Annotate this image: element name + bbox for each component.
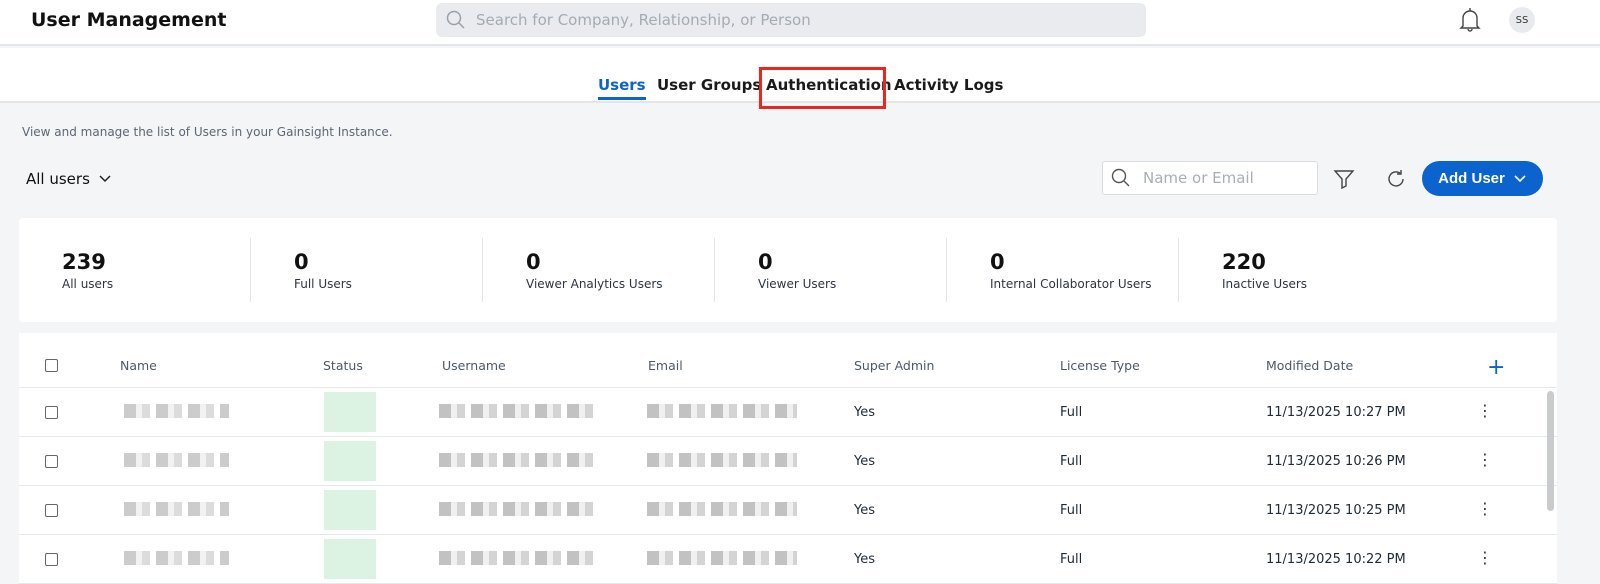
- column-header-status[interactable]: Status: [323, 358, 363, 373]
- redacted-email: [647, 404, 797, 418]
- add-user-button[interactable]: Add User: [1422, 161, 1543, 196]
- redacted-email: [647, 551, 797, 565]
- row-checkbox[interactable]: [45, 553, 58, 566]
- chevron-down-icon: [99, 175, 111, 183]
- table-row[interactable]: Yes Full 11/13/2025 10:22 PM ⋮: [19, 535, 1557, 584]
- table-row[interactable]: Yes Full 11/13/2025 10:27 PM ⋮: [19, 388, 1557, 437]
- page-title: User Management: [31, 9, 227, 31]
- stat-label: All users: [62, 277, 114, 291]
- bell-icon[interactable]: [1458, 7, 1482, 33]
- redacted-name: [124, 453, 229, 467]
- table-row[interactable]: Yes Full 11/13/2025 10:26 PM ⋮: [19, 437, 1557, 486]
- refresh-icon[interactable]: [1384, 167, 1408, 191]
- column-header-modified-date[interactable]: Modified Date: [1266, 358, 1353, 373]
- modified-date-value: 11/13/2025 10:22 PM: [1266, 552, 1406, 567]
- stats-panel: 239 All users 0 Full Users 0 Viewer Analyti…: [19, 218, 1557, 322]
- stat-viewer-users[interactable]: 0 Viewer Users: [715, 238, 947, 302]
- row-checkbox[interactable]: [45, 504, 58, 517]
- top-bar: User Management Search for Company, Rela…: [0, 0, 1600, 46]
- stat-value: 0: [294, 250, 309, 274]
- license-type-value: Full: [1060, 503, 1083, 518]
- super-admin-value: Yes: [854, 405, 875, 420]
- redacted-email: [647, 453, 797, 467]
- column-header-username[interactable]: Username: [442, 358, 506, 373]
- table-scrollbar[interactable]: [1547, 391, 1554, 511]
- license-type-value: Full: [1060, 405, 1083, 420]
- row-actions-icon[interactable]: ⋮: [1477, 550, 1493, 566]
- row-actions-icon[interactable]: ⋮: [1477, 501, 1493, 517]
- status-badge: [324, 490, 376, 530]
- modified-date-value: 11/13/2025 10:26 PM: [1266, 454, 1406, 469]
- tab-users[interactable]: Users: [598, 76, 646, 100]
- stat-label: Inactive Users: [1222, 277, 1308, 291]
- column-header-name[interactable]: Name: [120, 358, 157, 373]
- stat-value: 239: [62, 250, 106, 274]
- row-checkbox[interactable]: [45, 406, 58, 419]
- global-search-input[interactable]: Search for Company, Relationship, or Per…: [436, 3, 1146, 37]
- filter-icon[interactable]: [1332, 167, 1356, 191]
- column-header-email[interactable]: Email: [648, 358, 683, 373]
- redacted-name: [124, 502, 229, 516]
- page-description: View and manage the list of Users in you…: [22, 125, 393, 139]
- row-actions-icon[interactable]: ⋮: [1477, 452, 1493, 468]
- table-row[interactable]: Yes Full 11/13/2025 10:25 PM ⋮: [19, 486, 1557, 535]
- tab-activity-logs[interactable]: Activity Logs: [894, 76, 1003, 94]
- license-type-value: Full: [1060, 552, 1083, 567]
- super-admin-value: Yes: [854, 454, 875, 469]
- redacted-username: [439, 404, 597, 418]
- stat-value: 0: [526, 250, 541, 274]
- global-search-placeholder: Search for Company, Relationship, or Per…: [476, 11, 811, 29]
- table-header: Name Status Username Email Super Admin L…: [19, 341, 1557, 388]
- status-badge: [324, 441, 376, 481]
- search-icon: [1111, 168, 1130, 187]
- stat-internal-collaborator-users[interactable]: 0 Internal Collaborator Users: [947, 238, 1179, 302]
- stat-all-users[interactable]: 239 All users: [19, 238, 251, 302]
- modified-date-value: 11/13/2025 10:25 PM: [1266, 503, 1406, 518]
- view-label: All users: [26, 170, 90, 188]
- redacted-name: [124, 404, 229, 418]
- stat-value: 0: [758, 250, 773, 274]
- users-table: Name Status Username Email Super Admin L…: [19, 333, 1557, 584]
- stat-value: 0: [990, 250, 1005, 274]
- redacted-email: [647, 502, 797, 516]
- super-admin-value: Yes: [854, 503, 875, 518]
- stat-full-users[interactable]: 0 Full Users: [251, 238, 483, 302]
- redacted-username: [439, 453, 597, 467]
- avatar[interactable]: SS: [1509, 7, 1535, 33]
- stat-label: Internal Collaborator Users: [990, 277, 1152, 291]
- stat-label: Viewer Analytics Users: [526, 277, 663, 291]
- column-header-license-type[interactable]: License Type: [1060, 358, 1140, 373]
- row-checkbox[interactable]: [45, 455, 58, 468]
- redacted-name: [124, 551, 229, 565]
- add-user-label: Add User: [1438, 170, 1505, 187]
- view-dropdown[interactable]: All users: [26, 170, 112, 188]
- stat-viewer-analytics-users[interactable]: 0 Viewer Analytics Users: [483, 238, 715, 302]
- redacted-username: [439, 551, 597, 565]
- authentication-highlight-box: [759, 67, 886, 109]
- chevron-down-icon: [1514, 174, 1526, 182]
- stat-label: Viewer Users: [758, 277, 837, 291]
- column-header-super-admin[interactable]: Super Admin: [854, 358, 934, 373]
- user-search-placeholder: Name or Email: [1143, 169, 1254, 187]
- modified-date-value: 11/13/2025 10:27 PM: [1266, 405, 1406, 420]
- add-column-icon[interactable]: +: [1487, 355, 1505, 380]
- status-badge: [324, 539, 376, 579]
- license-type-value: Full: [1060, 454, 1083, 469]
- select-all-checkbox[interactable]: [45, 359, 58, 372]
- tab-user-groups[interactable]: User Groups: [657, 76, 761, 94]
- super-admin-value: Yes: [854, 552, 875, 567]
- status-badge: [324, 392, 376, 432]
- stat-label: Full Users: [294, 277, 352, 291]
- redacted-username: [439, 502, 597, 516]
- user-search-input[interactable]: Name or Email: [1102, 161, 1318, 195]
- stat-inactive-users[interactable]: 220 Inactive Users: [1179, 238, 1411, 302]
- stat-value: 220: [1222, 250, 1266, 274]
- search-icon: [446, 10, 465, 29]
- row-actions-icon[interactable]: ⋮: [1477, 403, 1493, 419]
